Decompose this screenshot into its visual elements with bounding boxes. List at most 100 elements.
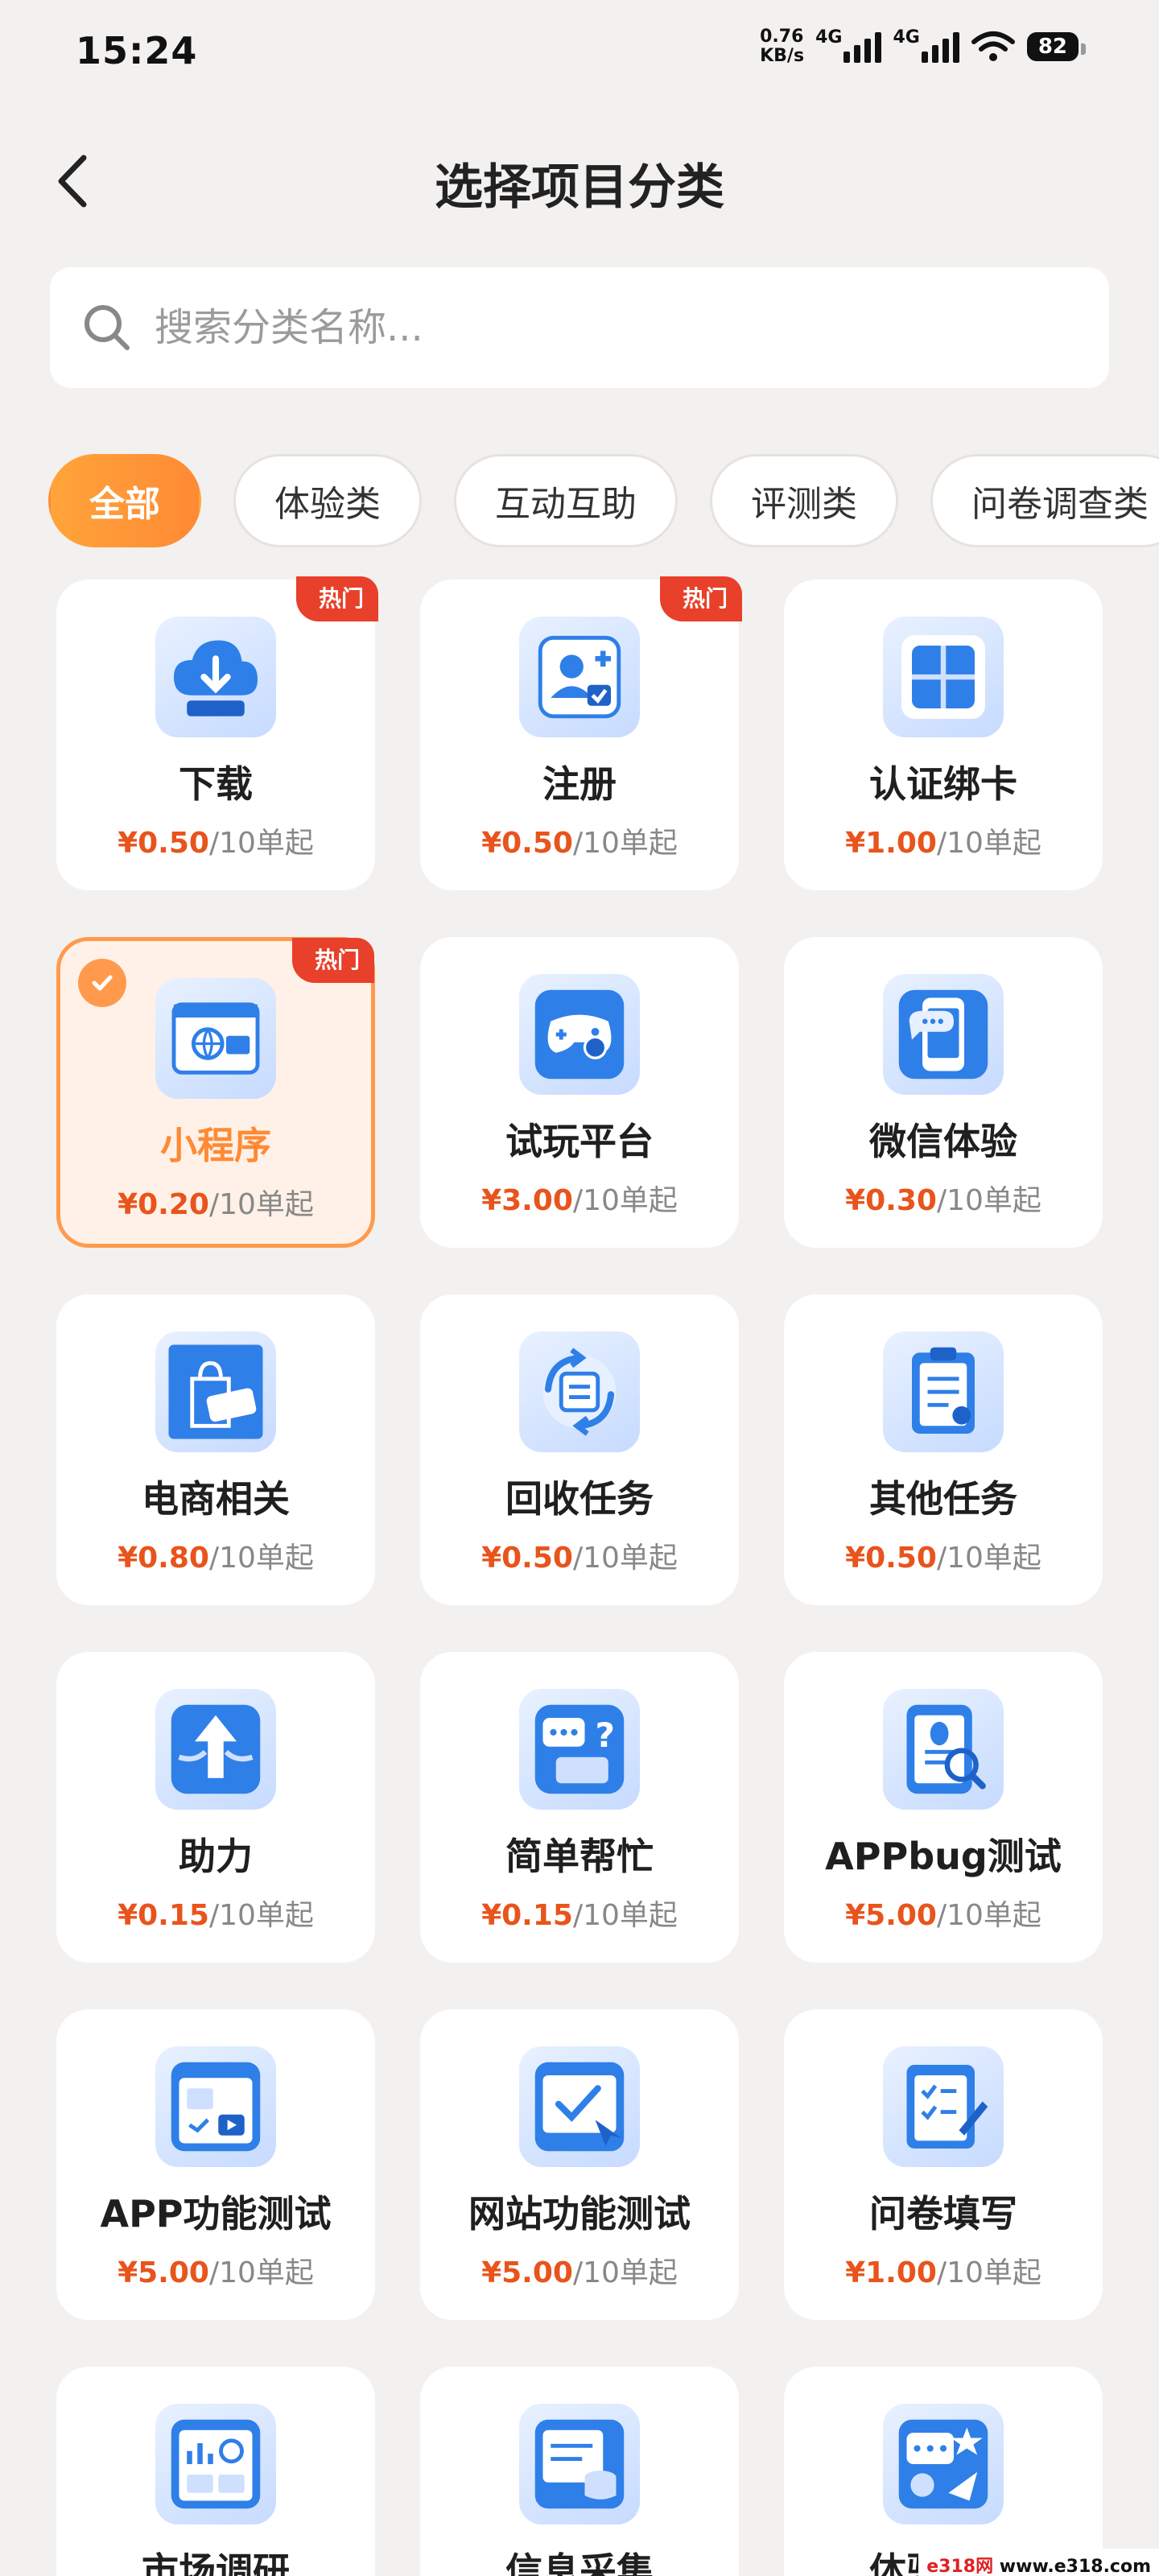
category-price: ¥0.20/10单起 (118, 1181, 314, 1223)
category-card[interactable]: 微信体验 ¥0.30/10单起 (784, 937, 1103, 1248)
watermark: e318网 www.e318.com (918, 2549, 1159, 2576)
recycle-task-icon (519, 1331, 640, 1452)
category-card[interactable]: 助力 ¥0.15/10单起 (56, 1652, 375, 1963)
price-suffix: /10单起 (208, 1188, 314, 1221)
app-function-icon (155, 2046, 276, 2167)
shopping-bag-icon (155, 1331, 276, 1452)
price-suffix: /10单起 (572, 1542, 678, 1575)
category-card[interactable]: APPbug测试 ¥5.00/10单起 (784, 1652, 1103, 1963)
price-value: ¥0.50 (481, 1542, 573, 1575)
price-value: ¥0.20 (118, 1188, 209, 1221)
price-value: ¥5.00 (481, 2256, 573, 2289)
category-price: ¥0.50/10单起 (845, 1534, 1041, 1576)
category-card[interactable]: 热门下载 ¥0.50/10单起 (56, 576, 378, 890)
tab-1[interactable]: 体验类 (233, 454, 422, 547)
status-icons: 0.76 KB/s 4G 4G 82 (760, 27, 1087, 66)
signal-2-icon: 4G (893, 27, 959, 63)
price-value: ¥0.30 (845, 1184, 937, 1217)
category-name: 网站功能测试 (468, 2192, 691, 2235)
category-card[interactable]: 其他任务 ¥0.50/10单起 (784, 1294, 1103, 1605)
survey-icon (883, 2046, 1004, 2167)
category-name: 其他任务 (869, 1477, 1017, 1521)
category-name: 市场调研 (142, 2549, 290, 2576)
category-price: ¥0.30/10单起 (845, 1177, 1041, 1219)
category-card[interactable]: ? 简单帮忙 ¥0.15/10单起 (420, 1652, 739, 1963)
category-card[interactable]: 认证绑卡 ¥1.00/10单起 (784, 580, 1103, 890)
category-card[interactable]: 问卷填写 ¥1.00/10单起 (784, 2009, 1103, 2320)
wechat-phone-icon (883, 974, 1004, 1095)
category-name: 简单帮忙 (505, 1835, 654, 1878)
price-suffix: /10单起 (936, 1542, 1041, 1575)
category-card[interactable]: 市场调研 (56, 2367, 375, 2576)
search-bar[interactable] (50, 267, 1109, 388)
category-name: 回收任务 (505, 1477, 654, 1521)
card-grid-icon (883, 617, 1004, 737)
price-suffix: /10单起 (936, 1899, 1041, 1932)
website-test-icon (519, 2046, 640, 2167)
user-register-icon (519, 617, 640, 737)
price-value: ¥3.00 (481, 1184, 573, 1217)
search-icon (85, 305, 130, 350)
category-price: ¥1.00/10单起 (845, 2249, 1041, 2291)
wifi-icon (971, 31, 1015, 61)
price-suffix: /10单起 (936, 2256, 1041, 2289)
category-name: 下载 (179, 762, 253, 806)
price-suffix: /10单起 (572, 827, 678, 860)
category-name: 认证绑卡 (869, 762, 1017, 806)
category-name: APP功能测试 (100, 2192, 332, 2235)
check-icon (78, 959, 126, 1007)
category-price: ¥0.15/10单起 (481, 1892, 678, 1934)
price-suffix: /10单起 (572, 1899, 678, 1932)
category-card[interactable]: 体验反馈 (784, 2367, 1103, 2576)
price-suffix: /10单起 (936, 827, 1041, 860)
category-card[interactable]: 试玩平台 ¥3.00/10单起 (420, 937, 739, 1248)
category-card[interactable]: 热门 注册 ¥0.50/10单起 (420, 576, 742, 890)
data-collect-icon (519, 2404, 640, 2524)
price-suffix: /10单起 (572, 2256, 678, 2289)
category-name: 试玩平台 (505, 1120, 654, 1163)
price-value: ¥1.00 (845, 2256, 937, 2289)
bug-test-icon (883, 1689, 1004, 1810)
category-grid: 热门 下载 ¥0.50/10单起 热门 注册 ¥0.50/10单起 认证绑卡 ¥1.00/10… (56, 576, 1103, 2576)
price-value: ¥0.50 (118, 827, 209, 860)
price-value: ¥0.15 (481, 1899, 573, 1932)
price-value: ¥0.80 (118, 1542, 209, 1575)
category-card[interactable]: APP功能测试 ¥5.00/10单起 (56, 2009, 375, 2320)
price-value: ¥0.15 (118, 1899, 209, 1932)
battery-icon: 82 (1026, 32, 1087, 61)
category-name: 助力 (179, 1835, 253, 1878)
hot-badge: 热门 (295, 576, 378, 621)
boost-arrow-icon (155, 1689, 276, 1810)
category-price: ¥3.00/10单起 (481, 1177, 678, 1219)
category-card[interactable]: 热门 小程序 ¥0.20/10单起 (56, 937, 375, 1248)
hot-badge: 热门 (659, 576, 742, 621)
svg-text:?: ? (596, 1715, 616, 1755)
cloud-download-icon (155, 617, 276, 737)
price-suffix: /10单起 (936, 1184, 1041, 1217)
price-suffix: /10单起 (208, 827, 314, 860)
tab-0[interactable]: 全部 (48, 454, 201, 547)
category-price: ¥0.50/10单起 (481, 819, 678, 861)
category-card[interactable]: 信息采集 (420, 2367, 739, 2576)
tab-2[interactable]: 互动互助 (454, 454, 678, 547)
category-card[interactable]: 回收任务 ¥0.50/10单起 (420, 1294, 739, 1605)
price-value: ¥0.50 (481, 827, 573, 860)
clipboard-icon (883, 1331, 1004, 1452)
tab-4[interactable]: 问卷调查类 (930, 454, 1159, 547)
hot-badge: 热门 (291, 938, 374, 983)
search-input[interactable] (155, 305, 1040, 350)
page-title: 选择项目分类 (435, 159, 724, 216)
category-name: 问卷填写 (869, 2192, 1017, 2235)
category-card[interactable]: 电商相关 ¥0.80/10单起 (56, 1294, 375, 1605)
price-value: ¥0.50 (845, 1542, 937, 1575)
category-price: ¥0.50/10单起 (481, 1534, 678, 1576)
category-price: ¥0.50/10单起 (118, 819, 314, 861)
category-price: ¥1.00/10单起 (845, 819, 1041, 861)
tab-3[interactable]: 评测类 (710, 454, 898, 547)
signal-1-icon: 4G (815, 27, 882, 63)
feedback-icon (883, 2404, 1004, 2524)
category-price: ¥0.80/10单起 (118, 1534, 314, 1576)
gamepad-icon (519, 974, 640, 1095)
category-name: 信息采集 (505, 2549, 654, 2576)
category-card[interactable]: 网站功能测试 ¥5.00/10单起 (420, 2009, 739, 2320)
